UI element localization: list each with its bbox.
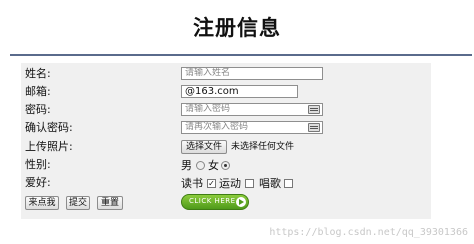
click-here-image-button[interactable]: CLICK HERE bbox=[181, 194, 249, 210]
photo-label: 上传照片: bbox=[25, 140, 73, 153]
confirm-password-label: 确认密码: bbox=[25, 121, 73, 134]
hobby-reading-label: 读书 bbox=[181, 177, 203, 190]
hobby-reading-checkbox[interactable]: ✓ bbox=[207, 179, 216, 188]
email-value: @163.com bbox=[185, 86, 239, 97]
gender-label: 性别: bbox=[25, 158, 51, 171]
hobby-singing-checkbox[interactable] bbox=[284, 179, 293, 188]
gender-option-male-label: 男 bbox=[181, 159, 192, 172]
hobby-sports-checkbox[interactable] bbox=[245, 179, 254, 188]
name-label: 姓名: bbox=[25, 67, 51, 80]
page-title: 注册信息 bbox=[193, 16, 281, 40]
hobby-singing-label: 唱歌 bbox=[259, 177, 281, 190]
title-divider bbox=[10, 54, 472, 56]
gender-option-female-label: 女 bbox=[208, 159, 219, 172]
hobby-sports-label: 运动 bbox=[219, 177, 241, 190]
arrow-right-icon bbox=[236, 197, 246, 207]
password-placeholder: 请输入密码 bbox=[185, 104, 231, 114]
gender-female-radio[interactable] bbox=[221, 161, 230, 170]
registration-form: 姓名: 请输入姓名 邮箱: @163.com 密码: 请输入密码 确认密码: 请… bbox=[21, 63, 431, 219]
confirm-password-placeholder: 请再次输入密码 bbox=[185, 122, 249, 132]
password-label: 密码: bbox=[25, 103, 51, 116]
email-label: 邮箱: bbox=[25, 85, 51, 98]
watermark: https://blog.csdn.net/qq_39301366 bbox=[269, 227, 468, 238]
no-file-text: 未选择任何文件 bbox=[231, 142, 295, 152]
password-input[interactable]: 请输入密码 bbox=[181, 103, 323, 116]
keyboard-icon bbox=[308, 123, 320, 132]
name-input[interactable]: 请输入姓名 bbox=[181, 67, 323, 80]
keyboard-icon bbox=[308, 105, 320, 114]
gender-male-radio[interactable] bbox=[196, 161, 205, 170]
email-input[interactable]: @163.com bbox=[181, 85, 298, 98]
hobby-label: 爱好: bbox=[25, 176, 51, 189]
name-placeholder: 请输入姓名 bbox=[185, 68, 231, 78]
submit-button[interactable]: 提交 bbox=[66, 196, 90, 210]
confirm-password-input[interactable]: 请再次输入密码 bbox=[181, 121, 323, 134]
reset-button[interactable]: 重置 bbox=[97, 196, 123, 210]
click-here-label: CLICK HERE bbox=[189, 197, 236, 205]
click-me-button[interactable]: 来点我 bbox=[25, 196, 59, 210]
choose-file-button[interactable]: 选择文件 bbox=[181, 140, 227, 154]
